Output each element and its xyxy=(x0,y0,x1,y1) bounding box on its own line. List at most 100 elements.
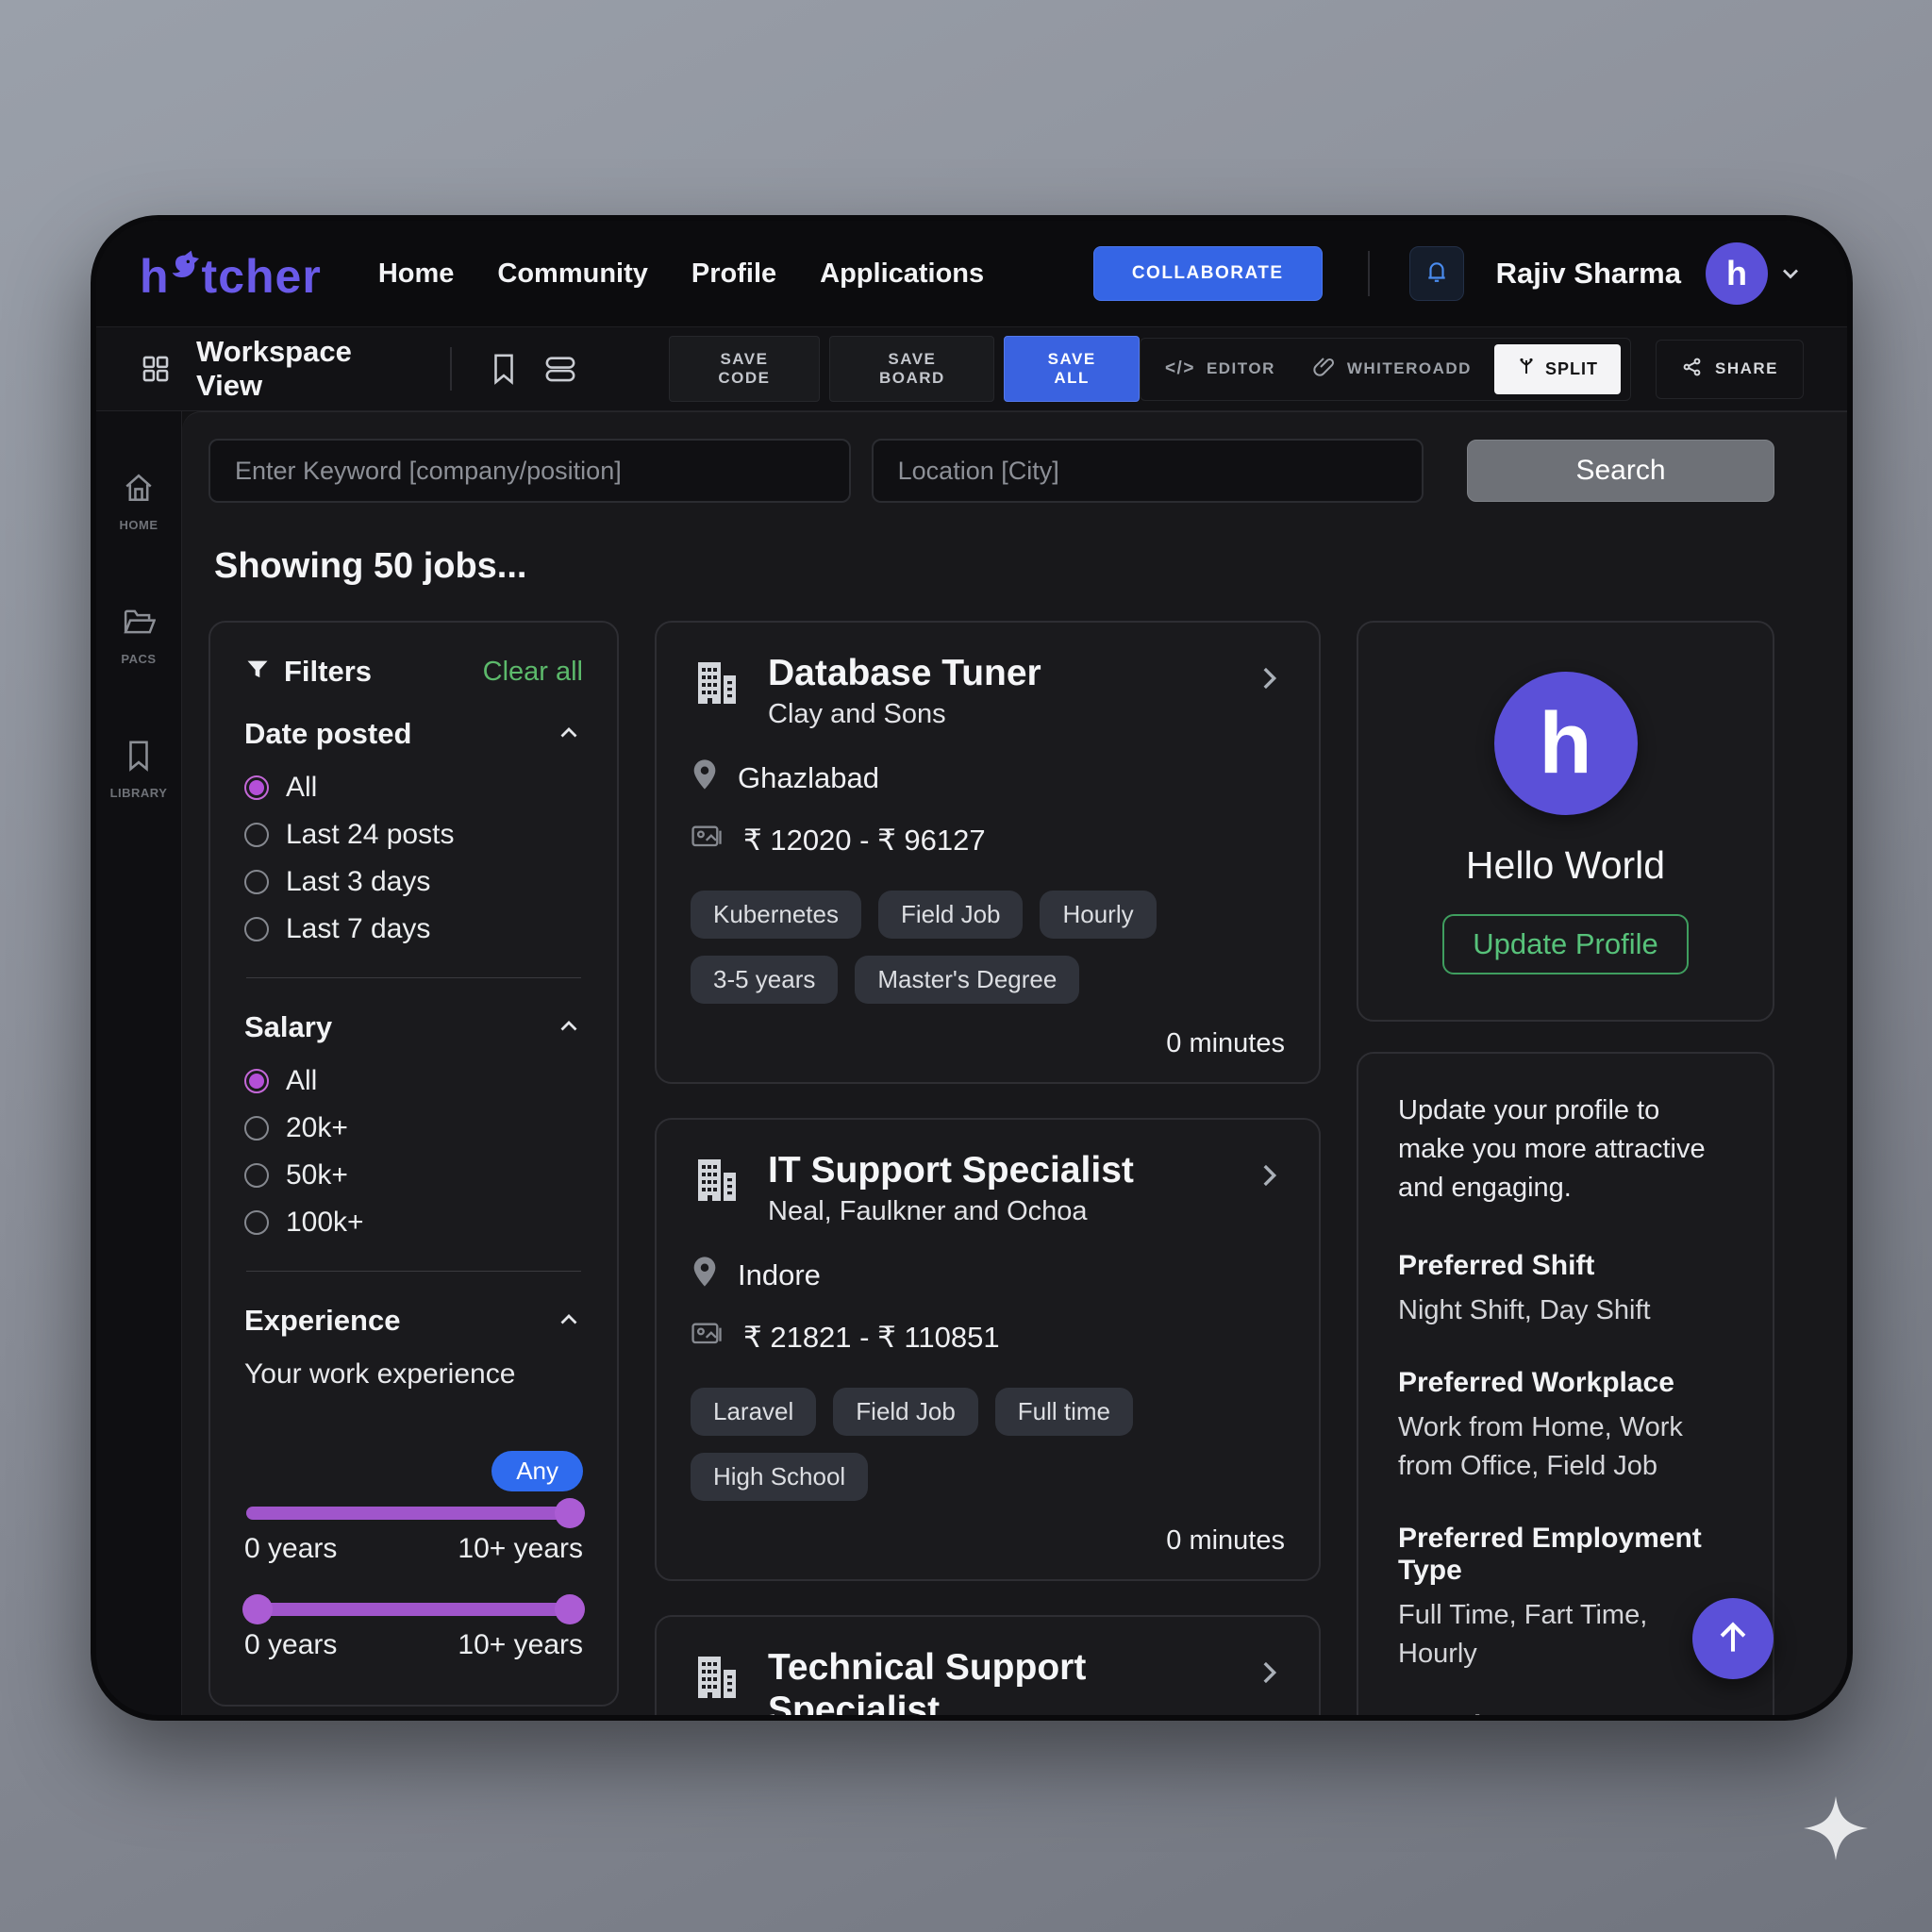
slider-labels: 0 years 10+ years xyxy=(244,1533,583,1565)
app-logo[interactable]: h tcher xyxy=(140,243,322,304)
any-badge-row: Any xyxy=(244,1451,583,1491)
experience-slider-max[interactable] xyxy=(246,1603,581,1616)
share-icon xyxy=(1681,356,1704,383)
slider-thumb[interactable] xyxy=(555,1498,585,1528)
profile-hint: Update your profile to make you more att… xyxy=(1398,1091,1733,1208)
share-label: SHARE xyxy=(1715,359,1778,378)
radio[interactable] xyxy=(244,917,269,941)
rows-view-icon[interactable] xyxy=(542,353,578,385)
bookmark-icon xyxy=(125,740,153,776)
radio-selected[interactable] xyxy=(244,775,269,800)
nav-applications[interactable]: Applications xyxy=(820,258,984,290)
pref-location: Location Mumbai xyxy=(1398,1710,1733,1721)
folder-open-icon xyxy=(122,606,156,642)
sidebar-item-library[interactable]: LIBRARY xyxy=(110,740,168,800)
sidebar-label: PACS xyxy=(121,652,156,666)
date-posted-option-7d[interactable]: Last 7 days xyxy=(244,913,583,945)
whiteroadd-button[interactable]: WHITEROADD xyxy=(1298,346,1487,392)
slider-min-label: 0 years xyxy=(244,1629,337,1661)
main-content: Search Showing 50 jobs... Filters Clear … xyxy=(182,411,1847,1715)
radio-selected[interactable] xyxy=(244,1069,269,1093)
job-card-it-support[interactable]: IT Support Specialist Neal, Faulkner and… xyxy=(655,1118,1321,1581)
editor-button[interactable]: </> EDITOR xyxy=(1150,349,1291,389)
arrow-up-icon xyxy=(1712,1617,1754,1661)
desktop: { "colors":{"accent_purple":"#5b50d8","b… xyxy=(0,0,1932,1932)
salary-option-50k[interactable]: 50k+ xyxy=(244,1159,583,1191)
chevron-down-icon[interactable] xyxy=(1777,260,1804,287)
location-pin-icon xyxy=(691,758,719,798)
nav-community[interactable]: Community xyxy=(497,258,648,290)
job-title[interactable]: Technical Support Specialist xyxy=(768,1647,1253,1721)
keyword-input[interactable] xyxy=(208,439,851,503)
save-board-button[interactable]: SAVE BOARD xyxy=(829,336,994,402)
update-profile-button[interactable]: Update Profile xyxy=(1442,914,1688,974)
date-posted-option-all[interactable]: All xyxy=(244,772,583,804)
chevron-right-icon[interactable] xyxy=(1253,653,1285,699)
radio-label: 100k+ xyxy=(286,1207,364,1239)
bell-icon xyxy=(1424,259,1449,289)
slider-thumb[interactable] xyxy=(555,1594,585,1624)
radio[interactable] xyxy=(244,870,269,894)
radio[interactable] xyxy=(244,1210,269,1235)
radio-label: All xyxy=(286,772,317,804)
chevron-up-icon[interactable] xyxy=(555,1013,583,1041)
radio[interactable] xyxy=(244,823,269,847)
save-all-button[interactable]: SAVE ALL xyxy=(1004,336,1140,402)
salary-option-20k[interactable]: 20k+ xyxy=(244,1112,583,1144)
pref-label: Preferred Shift xyxy=(1398,1250,1733,1282)
job-title[interactable]: IT Support Specialist xyxy=(768,1150,1134,1192)
job-tag: Hourly xyxy=(1040,891,1156,939)
job-card-technical-support[interactable]: Technical Support Specialist Crane-Quinn xyxy=(655,1615,1321,1721)
job-location: Indore xyxy=(738,1258,821,1292)
job-card-header: Technical Support Specialist Crane-Quinn xyxy=(691,1647,1285,1721)
search-button[interactable]: Search xyxy=(1467,440,1774,502)
date-posted-option-3d[interactable]: Last 3 days xyxy=(244,866,583,898)
sidebar-item-pacs[interactable]: PACS xyxy=(121,606,156,666)
job-tag: Kubernetes xyxy=(691,891,861,939)
collaborate-button[interactable]: COLLABORATE xyxy=(1093,246,1323,301)
nav-profile[interactable]: Profile xyxy=(691,258,776,290)
grid-view-icon[interactable] xyxy=(140,353,172,385)
bookmark-icon[interactable] xyxy=(490,353,518,385)
job-salary: ₹ 21821 - ₹ 110851 xyxy=(743,1321,1000,1355)
app-window: h tcher Home Community Profile Applicati… xyxy=(91,215,1853,1721)
chevron-right-icon[interactable] xyxy=(1253,1647,1285,1693)
scroll-to-top-button[interactable] xyxy=(1692,1598,1774,1679)
chevron-up-icon[interactable] xyxy=(555,720,583,748)
pref-value: Work from Home, Work from Office, Field … xyxy=(1398,1408,1733,1485)
radio[interactable] xyxy=(244,1163,269,1188)
pref-label: Preferred Employment Type xyxy=(1398,1523,1733,1587)
job-posted-time: 0 minutes xyxy=(691,1525,1285,1557)
primary-nav: Home Community Profile Applications xyxy=(378,258,984,290)
slider-thumb[interactable] xyxy=(242,1594,273,1624)
avatar[interactable]: h xyxy=(1706,242,1768,305)
job-tag: 3-5 years xyxy=(691,956,838,1004)
job-location-row: Indore xyxy=(691,1256,1285,1295)
chevron-right-icon[interactable] xyxy=(1253,1150,1285,1196)
nav-home[interactable]: Home xyxy=(378,258,455,290)
salary-option-100k[interactable]: 100k+ xyxy=(244,1207,583,1239)
date-posted-option-24[interactable]: Last 24 posts xyxy=(244,819,583,851)
share-button[interactable]: SHARE xyxy=(1666,346,1793,392)
experience-header: Experience xyxy=(244,1304,583,1338)
pref-value: Full Time, Fart Time, Hourly xyxy=(1398,1596,1733,1673)
clear-all-link[interactable]: Clear all xyxy=(483,657,583,688)
radio[interactable] xyxy=(244,1116,269,1141)
split-button[interactable]: SPLIT xyxy=(1494,344,1621,394)
save-code-button[interactable]: SAVE CODE xyxy=(669,336,821,402)
chevron-up-icon[interactable] xyxy=(555,1307,583,1335)
experience-slider-min[interactable] xyxy=(246,1507,581,1520)
job-card-database-tuner[interactable]: Database Tuner Clay and Sons Ghazla xyxy=(655,621,1321,1084)
editor-label: EDITOR xyxy=(1207,359,1275,378)
job-tags: Laravel Field Job Full time High School xyxy=(691,1388,1285,1501)
job-card-header: IT Support Specialist Neal, Faulkner and… xyxy=(691,1150,1285,1227)
workspace-toolbar: Workspace View SAVE CODE SAVE BOARD SAVE… xyxy=(96,326,1847,411)
location-input[interactable] xyxy=(872,439,1424,503)
sidebar-label: LIBRARY xyxy=(110,786,168,800)
notification-button[interactable] xyxy=(1409,246,1464,301)
sidebar-item-home[interactable]: HOME xyxy=(120,472,158,532)
job-title[interactable]: Database Tuner xyxy=(768,653,1041,695)
salary-option-all[interactable]: All xyxy=(244,1065,583,1097)
radio-label: Last 24 posts xyxy=(286,819,454,851)
any-badge[interactable]: Any xyxy=(491,1451,583,1491)
